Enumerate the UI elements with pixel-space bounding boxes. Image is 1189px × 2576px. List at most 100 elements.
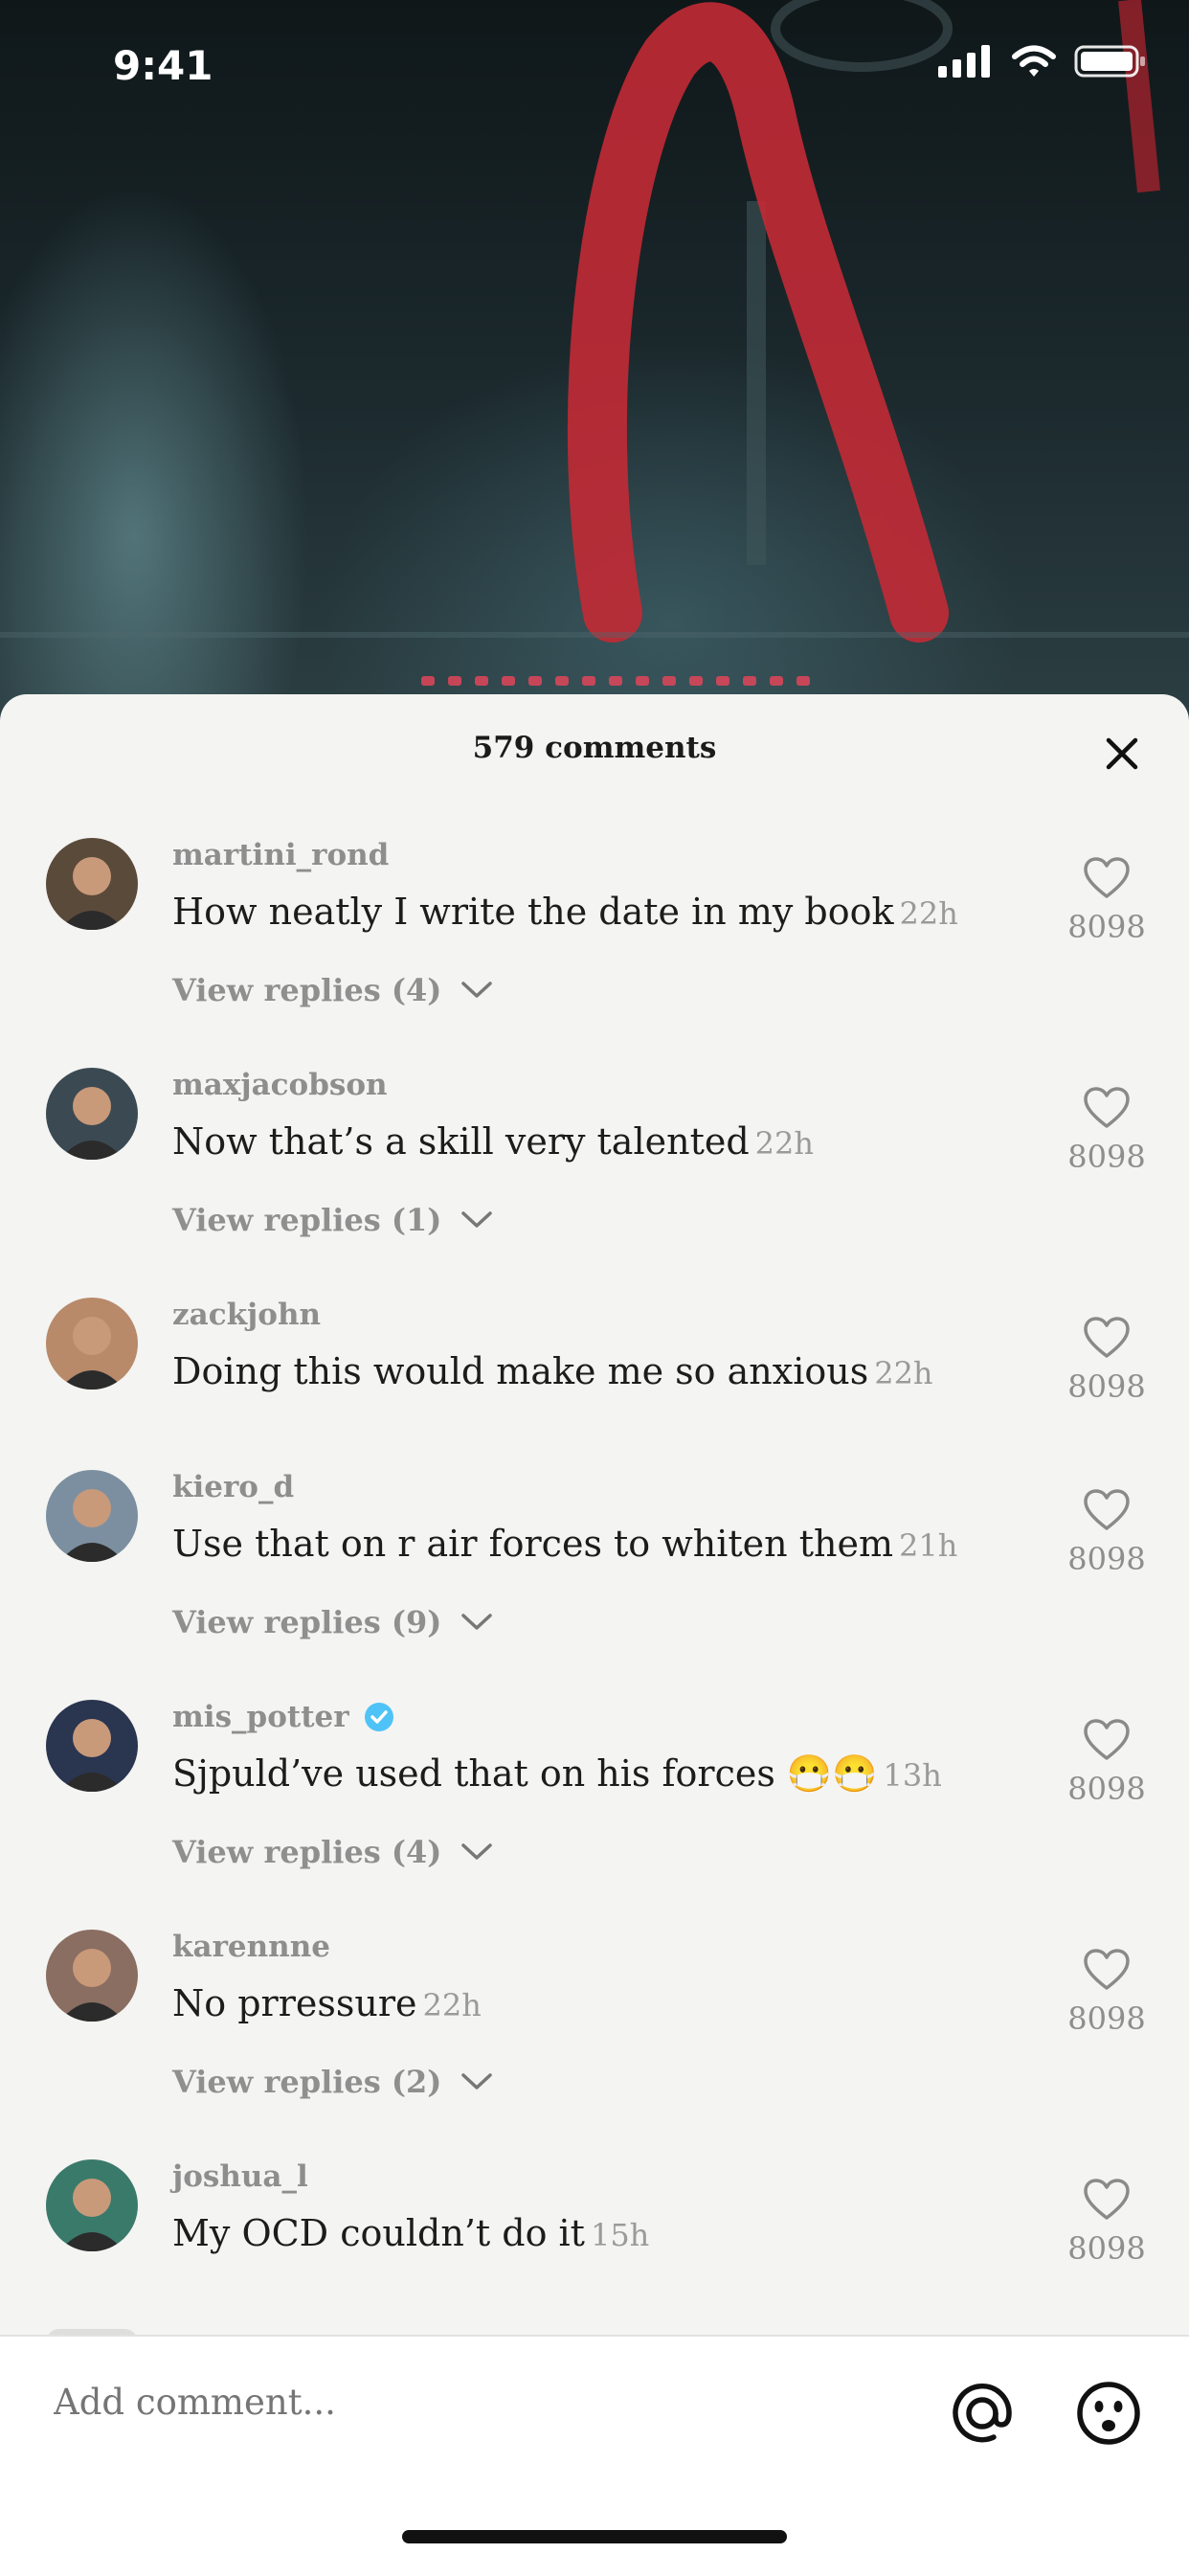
view-replies-label: View replies (4) (172, 1834, 442, 1870)
chevron-down-icon (461, 1614, 493, 1630)
like-button[interactable]: 8098 (1059, 2179, 1155, 2267)
comment-username-row[interactable]: zackjohn (172, 1298, 321, 1332)
comment-username[interactable]: martini_rond (172, 838, 389, 872)
heart-icon (1084, 1719, 1130, 1760)
heart-icon (1084, 1087, 1130, 1128)
comment-text: Doing this would make me so anxious (172, 1350, 869, 1392)
chevron-down-icon (461, 1843, 493, 1860)
view-replies-button[interactable]: View replies (4) (172, 1834, 493, 1870)
avatar-image (46, 1470, 138, 1562)
comment-time: 22h (899, 895, 958, 932)
status-icons (938, 44, 1147, 79)
avatar[interactable] (46, 1700, 138, 1792)
like-button[interactable]: 8098 (1059, 857, 1155, 945)
view-replies-button[interactable]: View replies (2) (172, 2064, 493, 2100)
like-count: 8098 (1067, 1771, 1146, 1807)
view-replies-button[interactable]: View replies (9) (172, 1604, 493, 1640)
comment-text: Sjpuld’ve used that on his forces 😷😷 (172, 1752, 878, 1795)
chevron-down-icon (461, 2073, 493, 2090)
view-replies-button[interactable]: View replies (1) (172, 1202, 493, 1238)
avatar[interactable] (46, 1068, 138, 1160)
sheet-header: 579 comments (0, 694, 1189, 809)
avatar-image (46, 1700, 138, 1792)
close-icon[interactable] (1101, 733, 1143, 775)
heart-icon (1084, 1949, 1130, 1990)
comment-username-row[interactable]: kiero_d (172, 1470, 294, 1504)
avatar[interactable] (46, 1470, 138, 1562)
chevron-down-icon (461, 1211, 493, 1228)
comment-text-row: No prressure 22h (172, 1982, 482, 2024)
view-replies-label: View replies (4) (172, 972, 442, 1008)
avatar-image (46, 1298, 138, 1390)
comment-text-row: My OCD couldn’t do it 15h (172, 2212, 649, 2254)
comment-text-row: How neatly I write the date in my book 22… (172, 891, 958, 933)
status-bar: 9:41 (0, 0, 1189, 134)
comment-time: 22h (874, 1355, 933, 1391)
like-count: 8098 (1067, 2230, 1146, 2267)
like-count: 8098 (1067, 2000, 1146, 2037)
comment-text: No prressure (172, 1982, 417, 2024)
comment-input-bar (0, 2335, 1189, 2576)
like-count: 8098 (1067, 909, 1146, 945)
chevron-down-icon (461, 982, 493, 998)
mention-at-icon[interactable] (948, 2379, 1017, 2448)
like-count: 8098 (1067, 1139, 1146, 1175)
comment-time: 13h (883, 1757, 942, 1794)
comment-username-row[interactable]: joshua_l (172, 2159, 308, 2194)
comment-username-row[interactable]: martini_rond (172, 838, 389, 872)
comment-username[interactable]: zackjohn (172, 1298, 321, 1332)
comment-text-row: Now that’s a skill very talented 22h (172, 1120, 814, 1163)
battery-icon (1074, 45, 1145, 78)
comment-text: My OCD couldn’t do it (172, 2212, 585, 2254)
comment-time: 15h (590, 2217, 650, 2253)
like-button[interactable]: 8098 (1059, 1489, 1155, 1577)
comment-username[interactable]: maxjacobson (172, 1068, 388, 1102)
comment-text: Now that’s a skill very talented (172, 1120, 750, 1163)
view-replies-label: View replies (1) (172, 1202, 442, 1238)
comment-time: 22h (422, 1987, 482, 2023)
view-replies-label: View replies (9) (172, 1604, 442, 1640)
avatar[interactable] (46, 838, 138, 930)
view-replies-button[interactable]: View replies (4) (172, 972, 493, 1008)
like-button[interactable]: 8098 (1059, 1317, 1155, 1405)
comment-text-row: Doing this would make me so anxious 22h (172, 1350, 933, 1392)
like-button[interactable]: 8098 (1059, 1087, 1155, 1175)
add-comment-input[interactable] (52, 2381, 898, 2424)
comment-username[interactable]: mis_potter (172, 1700, 349, 1734)
comment-text-row: Use that on r air forces to whiten them 2… (172, 1523, 957, 1565)
cellular-signal-icon (938, 45, 990, 78)
comment-username[interactable]: joshua_l (172, 2159, 308, 2194)
emoji-icon[interactable] (1074, 2379, 1143, 2448)
comment-username-row[interactable]: mis_potter (172, 1700, 395, 1734)
heart-icon (1084, 2179, 1130, 2220)
home-indicator (402, 2530, 787, 2543)
comment-text-row: Sjpuld’ve used that on his forces 😷😷 13h (172, 1752, 942, 1796)
avatar-image (46, 1068, 138, 1160)
comment-username-row[interactable]: maxjacobson (172, 1068, 388, 1102)
comment-time: 22h (754, 1125, 814, 1162)
view-replies-label: View replies (2) (172, 2064, 442, 2100)
heart-icon (1084, 1317, 1130, 1358)
avatar[interactable] (46, 1298, 138, 1390)
comment-username[interactable]: kiero_d (172, 1470, 294, 1504)
avatar-image (46, 1930, 138, 2022)
avatar[interactable] (46, 2159, 138, 2251)
avatar[interactable] (46, 1930, 138, 2022)
comment-text: How neatly I write the date in my book (172, 891, 894, 933)
like-count: 8098 (1067, 1541, 1146, 1577)
heart-icon (1084, 857, 1130, 898)
heart-icon (1084, 1489, 1130, 1530)
like-button[interactable]: 8098 (1059, 1719, 1155, 1807)
avatar-image (46, 838, 138, 930)
comment-time: 21h (899, 1527, 958, 1564)
like-button[interactable]: 8098 (1059, 1949, 1155, 2037)
comment-username-row[interactable]: karennne (172, 1930, 330, 1964)
avatar-image (46, 2159, 138, 2251)
comment-username[interactable]: karennne (172, 1930, 330, 1964)
status-time: 9:41 (113, 42, 213, 89)
like-count: 8098 (1067, 1368, 1146, 1405)
wifi-icon (1012, 45, 1056, 77)
comment-text: Use that on r air forces to whiten them (172, 1523, 893, 1565)
verified-badge-icon (364, 1703, 393, 1731)
comments-count-title: 579 comments (472, 731, 717, 765)
